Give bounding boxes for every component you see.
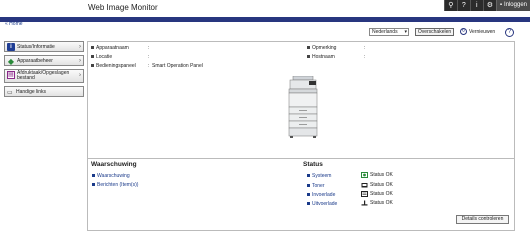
sidebar-item-status-info[interactable]: i Status/Informatie ›	[4, 41, 84, 52]
info-icon[interactable]: i	[469, 0, 483, 11]
system-icon	[361, 172, 368, 178]
warning-title: Waarschuwing	[91, 161, 137, 168]
gear-icon[interactable]: ⚙	[482, 0, 496, 11]
status-title: Status	[303, 161, 323, 168]
header-blue-bar	[0, 17, 530, 22]
bullet-icon	[307, 46, 310, 50]
bullet-icon	[307, 55, 310, 59]
app-title: Web Image Monitor	[88, 3, 158, 12]
sidebar-useful-links[interactable]: ▭ Handige links	[4, 86, 84, 97]
sidebar: i Status/Informatie › ◆ Apparaatbeheer ›…	[4, 41, 84, 97]
bullet-icon	[91, 64, 94, 68]
search-icon[interactable]: ⚲	[443, 0, 457, 11]
warning-link-alert[interactable]: Waarschuwing	[92, 173, 130, 179]
bullet-icon	[307, 193, 310, 197]
print-job-icon: ▤	[7, 71, 15, 79]
status-link-input-tray[interactable]: Invoerlade	[307, 192, 335, 198]
switch-button[interactable]: Overschakelen	[415, 28, 454, 36]
printer-image	[288, 76, 318, 138]
status-link-output-tray[interactable]: Uitvoerlade	[307, 201, 337, 207]
main-panel: Apparaatnaam : Locatie : Bedieningspanee…	[87, 41, 515, 231]
refresh-button[interactable]: ↻ Vernieuwen	[460, 28, 495, 35]
question-icon[interactable]: ?	[456, 0, 470, 11]
bullet-icon	[91, 46, 94, 50]
breadcrumb-home[interactable]: « Home	[5, 21, 23, 27]
sidebar-item-print-job[interactable]: ▤ Afdruktaak/Opgeslagen bestand ›	[4, 69, 84, 83]
help-icon[interactable]: ?	[505, 28, 514, 37]
status-toner-value: Status OK	[361, 182, 393, 188]
device-icon: ◆	[7, 56, 15, 66]
output-tray-icon	[361, 200, 368, 206]
status-output-tray-value: Status OK	[361, 200, 393, 206]
sidebar-item-device-management[interactable]: ◆ Apparaatbeheer ›	[4, 55, 84, 66]
info-icon: i	[7, 43, 15, 51]
section-divider	[88, 158, 514, 159]
chevron-right-icon: ›	[79, 72, 81, 79]
warning-link-messages[interactable]: Berichten (Item(s))	[92, 182, 138, 188]
info-row-control-panel: Bedieningspaneel : Smart Operation Panel	[91, 63, 203, 69]
status-system-value: Status OK	[361, 172, 393, 178]
info-row-comment: Opmerking :	[307, 45, 365, 51]
header: Web Image Monitor ⚲ ? i ⚙ ▪ Inloggen	[0, 0, 530, 17]
info-row-location: Locatie :	[91, 54, 149, 60]
home-arrow-icon: «	[5, 21, 8, 27]
bullet-icon	[91, 55, 94, 59]
bullet-icon	[307, 184, 310, 188]
refresh-icon: ↻	[460, 28, 467, 35]
status-link-toner[interactable]: Toner	[307, 183, 325, 189]
login-button[interactable]: ▪ Inloggen	[495, 0, 530, 11]
toner-icon	[361, 182, 368, 188]
bullet-icon	[307, 174, 310, 178]
check-details-button[interactable]: Details controleren	[456, 215, 509, 224]
input-tray-icon	[361, 191, 368, 197]
chevron-right-icon: ›	[79, 43, 81, 50]
user-icon: ▪	[499, 2, 502, 8]
bullet-icon	[92, 183, 95, 187]
status-input-tray-value: Status OK	[361, 191, 393, 197]
bullet-icon	[307, 202, 310, 206]
language-select[interactable]: Nederlands ▾	[369, 28, 409, 36]
info-row-hostname: Hostnaam :	[307, 54, 365, 60]
header-icon-bar: ⚲ ? i ⚙ ▪ Inloggen	[443, 0, 530, 11]
chevron-down-icon: ▾	[404, 29, 407, 35]
info-row-device-name: Apparaatnaam :	[91, 45, 149, 51]
status-link-system[interactable]: Systeem	[307, 173, 331, 179]
chevron-right-icon: ›	[79, 57, 81, 64]
link-icon: ▭	[7, 90, 13, 96]
bullet-icon	[92, 174, 95, 178]
